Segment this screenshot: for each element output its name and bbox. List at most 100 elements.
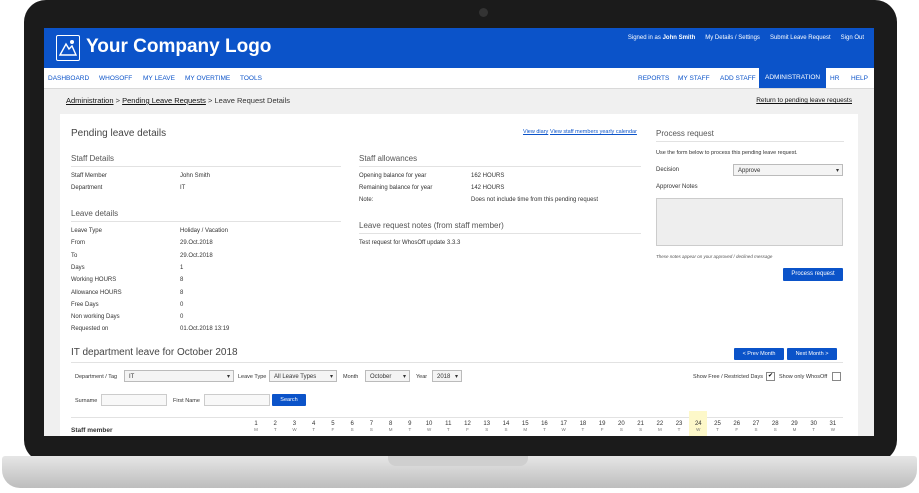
calendar-day-header: 25 T [711, 421, 725, 432]
year-select[interactable]: 2018 [432, 370, 462, 383]
calendar-day-header: 30 T [807, 421, 821, 432]
day-letter: F [331, 427, 335, 432]
app-screen: Your Company Logo Signed in as John Smit… [44, 28, 874, 436]
month-label: Month [343, 374, 359, 380]
nav-tools[interactable]: TOOLS [240, 75, 262, 82]
day-letter: T [543, 427, 546, 432]
month-select[interactable]: October [365, 370, 410, 383]
day-letter: M [388, 427, 393, 432]
show-free-checkbox[interactable]: ✔ [766, 372, 775, 381]
calendar-day-header: 4T [307, 421, 321, 432]
day-letter: S [504, 427, 508, 432]
logo-icon [56, 35, 80, 61]
prev-month-button[interactable]: < Prev Month [734, 348, 784, 360]
sign-out-link[interactable]: Sign Out [841, 35, 864, 41]
return-link[interactable]: Return to pending leave requests [756, 97, 852, 104]
nav-dashboard[interactable]: DASHBOARD [48, 75, 89, 82]
view-diary-link[interactable]: View diary [523, 129, 548, 135]
day-letter: T [446, 427, 450, 432]
leave-detail-label: From [71, 240, 85, 247]
leave-detail-value: 8 [180, 289, 184, 296]
staff-member-column-header: Staff member [71, 427, 113, 434]
leave-detail-value: 01.Oct.2018 13:19 [180, 326, 230, 333]
company-logo-text[interactable]: Your Company Logo [86, 36, 271, 58]
staff-member-value: John Smith [180, 173, 211, 179]
nav-my-leave[interactable]: MY LEAVE [143, 75, 175, 82]
approver-notes-label: Approver Notes [656, 184, 698, 190]
leave-detail-value: 0 [180, 301, 184, 308]
leave-detail-value: 1 [180, 264, 184, 271]
leave-detail-value: 8 [180, 277, 184, 284]
breadcrumb-administration[interactable]: Administration [66, 96, 114, 105]
calendar-day-header: 2T [268, 421, 282, 432]
calendar-day-header: 21 S [634, 421, 648, 432]
divider [71, 362, 843, 363]
allowance-label: Note: [359, 197, 374, 203]
process-instructions: Use the form below to process this pendi… [656, 150, 798, 156]
header-links: Signed in as John Smith My Details / Set… [628, 35, 864, 41]
nav-reports[interactable]: REPORTS [638, 75, 669, 82]
leave-type-label: Leave Type [238, 374, 267, 380]
notes-title: Leave request notes (from staff member) [359, 221, 504, 230]
decision-label: Decision [656, 167, 680, 173]
nav-help[interactable]: HELP [851, 75, 868, 82]
divider [71, 166, 341, 167]
day-letter: S [619, 427, 623, 432]
nav-my-staff[interactable]: MY STAFF [678, 75, 710, 82]
day-letter: T [812, 427, 816, 432]
view-yearly-calendar-link[interactable]: View staff members yearly calendar [550, 129, 637, 135]
allowance-label: Opening balance for year [359, 173, 427, 179]
calendar-day-header: 11 T [441, 421, 455, 432]
divider [71, 221, 341, 222]
day-letter: S [350, 427, 354, 432]
leave-detail-label: Working HOURS [71, 277, 117, 284]
day-letter: S [369, 427, 373, 432]
calendar-day-header: 14 S [499, 421, 513, 432]
process-request-button[interactable]: Process request [783, 268, 843, 281]
day-letter: T [312, 427, 316, 432]
search-button[interactable]: Search [272, 394, 306, 406]
day-letter: F [735, 427, 739, 432]
next-month-button[interactable]: Next Month > [787, 348, 837, 360]
webcam-icon [479, 8, 488, 17]
day-letter: S [485, 427, 489, 432]
calendar-day-header: 24 W [691, 421, 705, 432]
nav-administration[interactable]: ADMINISTRATION [759, 68, 827, 88]
leave-details-title: Leave details [71, 209, 119, 218]
calendar-day-header: 6S [345, 421, 359, 432]
day-letter: W [426, 427, 432, 432]
calendar-day-header: 12 F [461, 421, 475, 432]
leave-detail-value: Holiday / Vacation [180, 228, 228, 234]
day-letter: W [292, 427, 297, 432]
calendar-day-header: 27 S [749, 421, 763, 432]
firstname-input[interactable] [204, 394, 270, 406]
nav-whosoff[interactable]: WHOSOFF [99, 75, 132, 82]
leave-type-select[interactable]: All Leave Types [269, 370, 337, 383]
staff-member-label: Staff Member [71, 173, 107, 179]
show-whosoff-checkbox[interactable] [832, 372, 841, 381]
day-letter: S [754, 427, 758, 432]
calendar-day-header: 22 M [653, 421, 667, 432]
decision-select[interactable]: Approve [733, 164, 843, 177]
day-letter: W [696, 427, 701, 432]
approver-notes-textarea[interactable] [656, 198, 843, 246]
submit-leave-link[interactable]: Submit Leave Request [770, 35, 831, 41]
divider [359, 166, 641, 167]
day-letter: T [581, 427, 585, 432]
breadcrumb-pending-requests[interactable]: Pending Leave Requests [122, 96, 206, 105]
leave-detail-label: Allowance HOURS [71, 289, 122, 296]
nav-add-staff[interactable]: ADD STAFF [720, 75, 756, 82]
calendar-day-header: 10 W [422, 421, 436, 432]
day-letter: T [408, 427, 412, 432]
day-letter: W [830, 427, 836, 432]
my-details-link[interactable]: My Details / Settings [705, 35, 760, 41]
calendar-day-header: 17 W [557, 421, 571, 432]
nav-my-overtime[interactable]: MY OVERTIME [185, 75, 230, 82]
nav-hr[interactable]: HR [830, 75, 839, 82]
dept-select[interactable]: IT [124, 370, 234, 383]
firstname-label: First Name [173, 398, 200, 404]
surname-input[interactable] [101, 394, 167, 406]
notes-hint: These notes appear on your approved / de… [656, 254, 773, 259]
allowance-label: Remaining balance for year [359, 185, 433, 191]
day-letter: F [466, 427, 469, 432]
